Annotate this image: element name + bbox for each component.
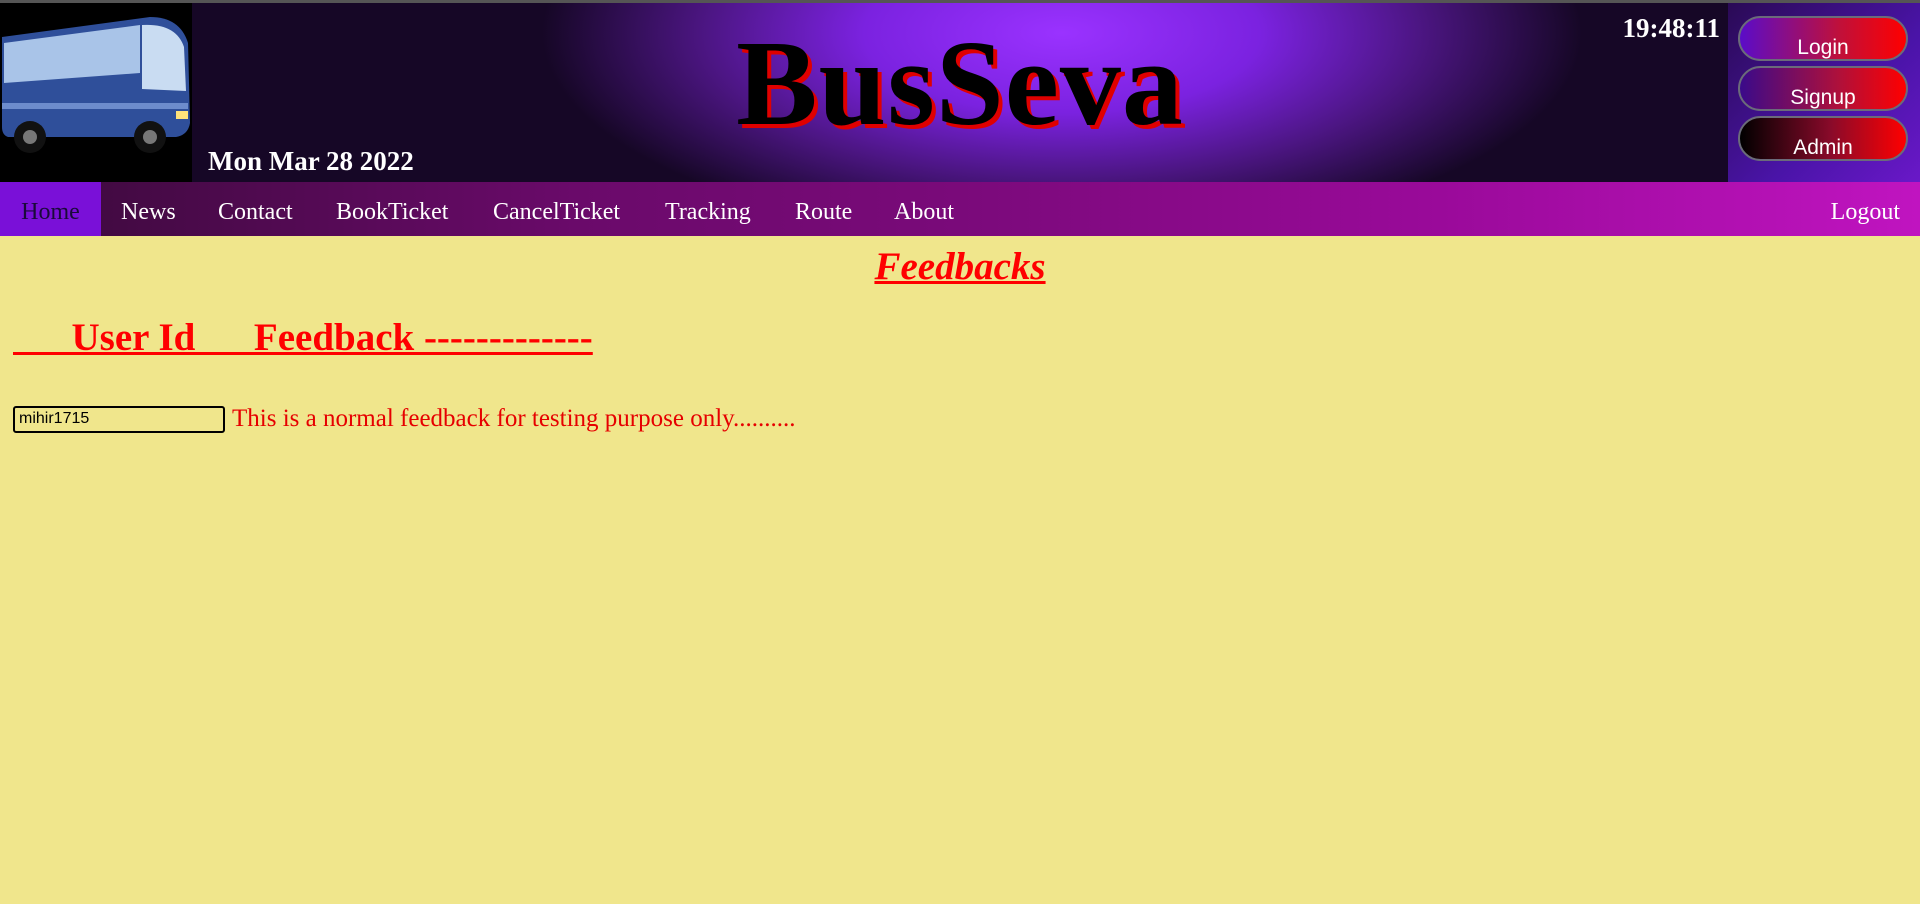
nav-news[interactable]: News bbox=[121, 182, 176, 236]
current-date: Mon Mar 28 2022 bbox=[208, 146, 414, 176]
nav-cancelticket[interactable]: CancelTicket bbox=[493, 182, 620, 236]
nav-tracking[interactable]: Tracking bbox=[665, 182, 751, 236]
feedback-text: This is a normal feedback for testing pu… bbox=[232, 405, 796, 432]
main-navbar: Home News Contact BookTicket CancelTicke… bbox=[0, 182, 1920, 236]
bus-logo-image bbox=[0, 3, 192, 182]
feedback-row: This is a normal feedback for testing pu… bbox=[13, 404, 796, 434]
nav-contact[interactable]: Contact bbox=[218, 182, 293, 236]
current-time: 19:48:11 bbox=[1622, 13, 1721, 43]
bus-icon bbox=[0, 3, 192, 182]
admin-button[interactable]: Admin bbox=[1738, 116, 1908, 161]
nav-home[interactable]: Home bbox=[0, 182, 101, 236]
auth-panel: Login Signup Admin bbox=[1728, 3, 1920, 182]
site-brand-title: BusSeva bbox=[736, 16, 1184, 151]
signup-button[interactable]: Signup bbox=[1738, 66, 1908, 111]
logout-link[interactable]: Logout bbox=[1831, 182, 1900, 236]
main-content: Feedbacks User Id Feedback -------------… bbox=[0, 236, 1920, 904]
nav-bookticket[interactable]: BookTicket bbox=[336, 182, 448, 236]
header-banner: BusSeva Mon Mar 28 2022 19:48:11 bbox=[192, 3, 1728, 182]
site-header: BusSeva Mon Mar 28 2022 19:48:11 Login S… bbox=[0, 3, 1920, 182]
page-title: Feedbacks bbox=[874, 245, 1046, 288]
nav-about[interactable]: About bbox=[894, 182, 954, 236]
feedback-user-id-field[interactable] bbox=[13, 405, 225, 433]
feedback-column-headers: User Id Feedback ------------- bbox=[13, 316, 593, 359]
login-button[interactable]: Login bbox=[1738, 16, 1908, 61]
nav-route[interactable]: Route bbox=[795, 182, 852, 236]
